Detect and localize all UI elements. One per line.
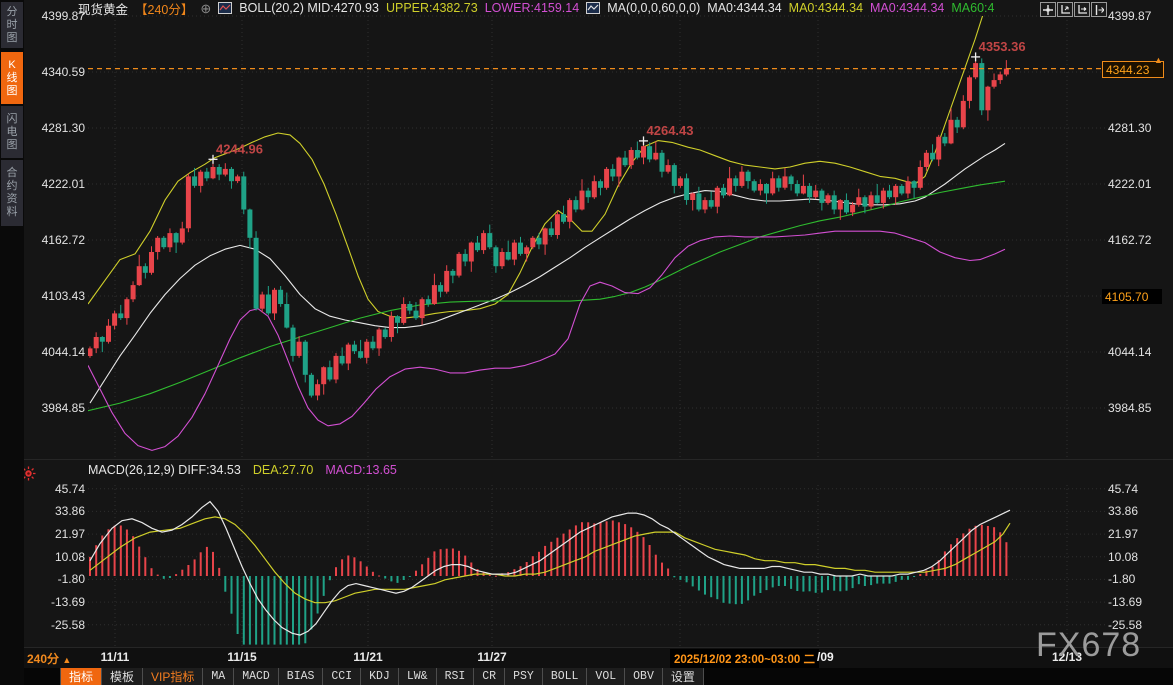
add-indicator-icon[interactable]: ⊕ [200,2,211,15]
macd-dea-line [90,517,1010,603]
high-price-annotation: 4244.96 [216,141,263,156]
ma-indicator-icon[interactable] [586,2,600,14]
toolbar-item-11[interactable]: CR [474,668,505,685]
toolbar-item-2[interactable]: 模板 [102,668,143,685]
toolbar-item-7[interactable]: CCI [323,668,361,685]
price-axis-label-right: 4044.14 [1108,345,1168,359]
price-axis-label-right: 4222.01 [1108,177,1168,191]
macd-axis-label-left: -1.80 [30,572,85,586]
price-axis-label-left: 4162.72 [30,233,85,247]
macd-legend-bar: MACD(26,12,9) DIFF:34.53 DEA:27.70 MACD:… [88,461,397,479]
macd-axis-label-right: 45.74 [1108,482,1168,496]
period-label: 【240分】 [135,0,193,18]
chart-canvas[interactable]: 4244.96 4264.43 4353.36 [0,0,1173,685]
trading-chart-app: 4244.96 4264.43 4353.36 分时图 K线图闪电图合约资料 现货黄金… [0,0,1173,685]
sidebar-tab-2[interactable]: K线图 [1,52,23,104]
macd-value-legend: MACD:13.65 [325,463,397,477]
boll-upper-line [88,8,985,318]
period-selector[interactable]: 240分 ▲ [27,650,71,667]
macd-axis-label-left: -13.69 [30,595,85,609]
price-axis-label-left: 4281.30 [30,121,85,135]
toolbar-item-10[interactable]: RSI [437,668,475,685]
toolbar-item-6[interactable]: BIAS [279,668,324,685]
legend-bar: 现货黄金 【240分】 ⊕ BOLL(20,2) MID:4270.93 UPP… [78,0,994,16]
boll-lower-legend: LOWER:4159.14 [485,1,580,15]
toolbar-item-8[interactable]: KDJ [361,668,399,685]
macd-axis-label-left: -25.58 [30,618,85,632]
high-price-annotation: 4264.43 [647,123,694,138]
boll-legend: BOLL(20,2) MID:4270.93 [239,1,379,15]
toolbar-item-4[interactable]: MA [203,668,234,685]
toolbar-item-9[interactable]: LW& [399,668,437,685]
macd-axis-label-right: -1.80 [1108,572,1168,586]
period-arrow-icon: ▲ [62,655,71,665]
pan-crosshair-icon[interactable] [1040,2,1056,17]
symbol-name: 现货黄金 [78,0,128,18]
toolbar-item-14[interactable]: VOL [587,668,625,685]
ma0-white-legend: MA0:4344.34 [707,1,781,15]
macd-axis-label-left: 21.97 [30,527,85,541]
indicator-toolbar: 指标模板VIP指标MAMACDBIASCCIKDJLW&RSICRPSYBOLL… [24,668,1173,685]
macd-axis-label-right: 10.08 [1108,550,1168,564]
toolbar-item-13[interactable]: BOLL [543,668,588,685]
boll-indicator-icon[interactable] [218,2,232,14]
time-axis-row: 240分 ▲ 2025/12/02 23:00~03:00 二 /09 11/1… [24,648,1173,668]
sidebar: 分时图 K线图闪电图合约资料 [0,0,24,685]
price-up-arrow-icon: ▲ [1154,55,1163,65]
secondary-price-tag: 4105.70 [1102,289,1162,304]
collapse-panel-icon[interactable] [1091,2,1107,17]
date-label: 11/11 [101,650,130,664]
boll-lower-line [88,231,1005,450]
ma0-yellow-legend: MA0:4344.34 [789,1,863,15]
macd-axis-label-left: 10.08 [30,550,85,564]
high-price-annotation: 4353.36 [979,39,1026,54]
axis-scale-right-icon[interactable] [1074,2,1090,17]
boll-upper-legend: UPPER:4382.73 [386,1,478,15]
macd-diff-legend: MACD(26,12,9) DIFF:34.53 [88,463,241,477]
toolbar-item-16[interactable]: 设置 [663,668,704,685]
macd-diff-line [90,502,1010,635]
price-axis-label-left: 4340.59 [30,65,85,79]
boll-mid-line [90,143,1005,403]
date-label: 11/15 [227,650,256,664]
macd-axis-label-left: 45.74 [30,482,85,496]
date-label: 11/21 [353,650,382,664]
toolbar-item-5[interactable]: MACD [234,668,279,685]
price-axis-label-left: 3984.85 [30,401,85,415]
price-axis-label-right: 4162.72 [1108,233,1168,247]
date-label: 11/27 [477,650,506,664]
watermark: FX678 [1036,626,1141,665]
price-axis-label-left: 4103.43 [30,289,85,303]
toolbar-item-12[interactable]: PSY [505,668,543,685]
ma-legend: MA(0,0,0,60,0,0) [607,1,700,15]
crosshair-date-tooltip: 2025/12/02 23:00~03:00 二 [670,649,819,669]
sidebar-tab-4[interactable]: 合约资料 [1,160,23,226]
axis-scale-left-icon[interactable] [1057,2,1073,17]
price-axis-label-left: 4222.01 [30,177,85,191]
macd-axis-label-left: 33.86 [30,504,85,518]
price-axis-label-right: 4281.30 [1108,121,1168,135]
ma0-magenta-legend: MA0:4344.34 [870,1,944,15]
sidebar-tab-3[interactable]: 闪电图 [1,106,23,158]
macd-dea-legend: DEA:27.70 [253,463,313,477]
price-axis-label-left: 4044.14 [30,345,85,359]
macd-axis-label-right: 21.97 [1108,527,1168,541]
sidebar-tab-1[interactable]: 分时图 [1,2,23,48]
macd-axis-label-right: -13.69 [1108,595,1168,609]
ma60-legend: MA60:4 [951,1,994,15]
toolbar-item-3[interactable]: VIP指标 [143,668,203,685]
toolbar-item-15[interactable]: OBV [625,668,663,685]
date-label-partial: /09 [817,650,834,664]
ma60-line [88,181,1005,411]
toolbar-item-1[interactable]: 指标 [60,668,102,685]
price-axis-label-right: 3984.85 [1108,401,1168,415]
macd-axis-label-right: 33.86 [1108,504,1168,518]
price-axis-label-left: 4399.87 [30,9,85,23]
price-axis-label-right: 4399.87 [1108,9,1168,23]
